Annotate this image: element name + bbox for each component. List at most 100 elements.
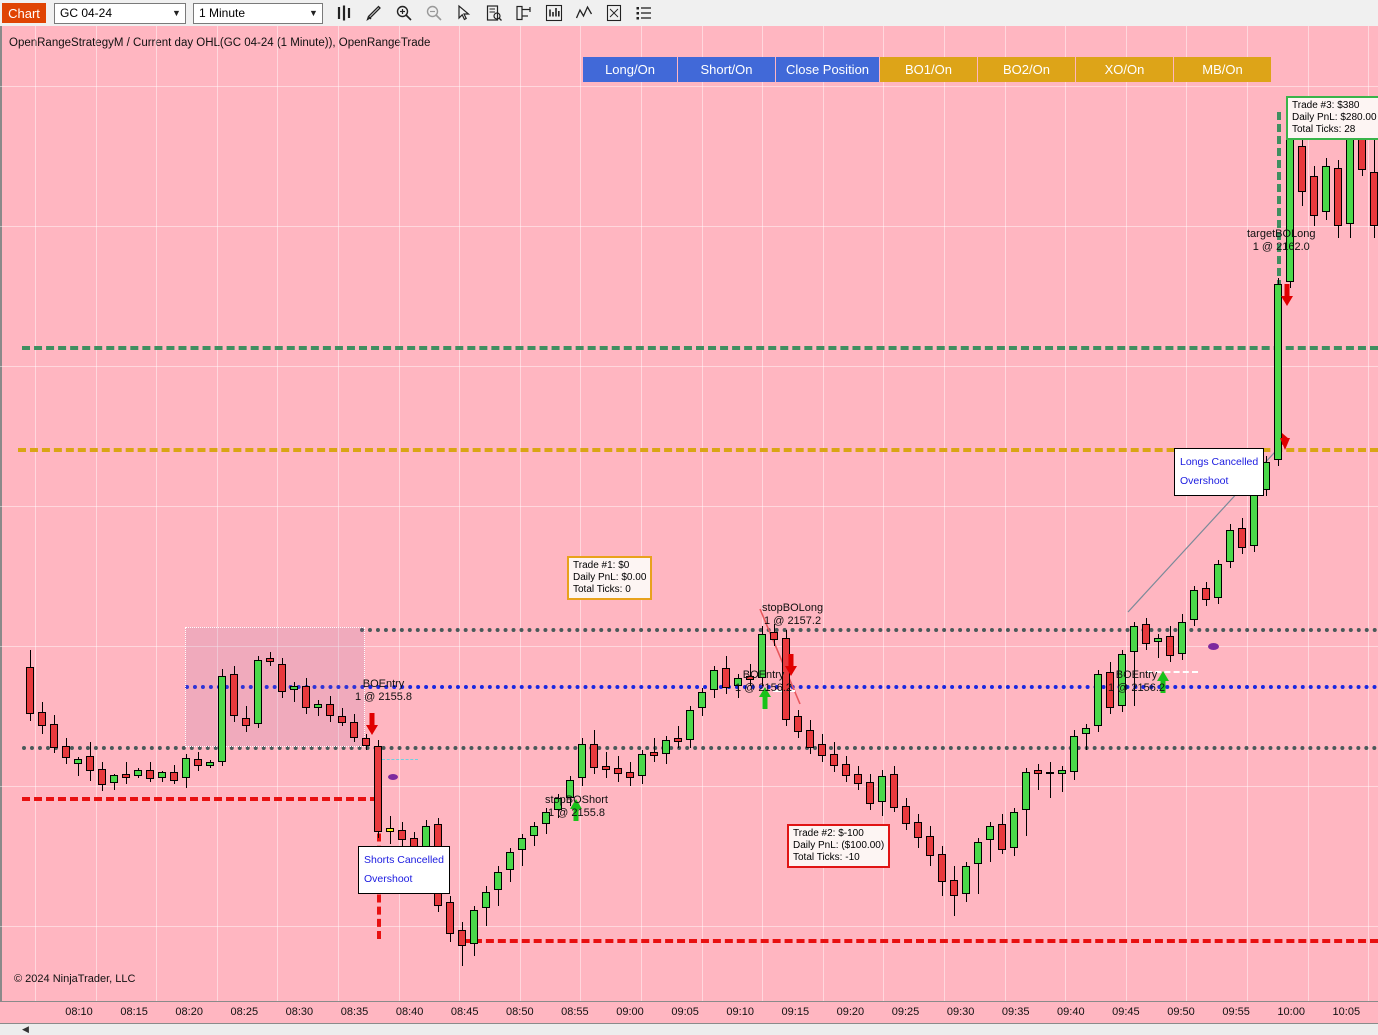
copyright-text: © 2024 NinjaTrader, LLC (14, 973, 136, 985)
strategy-button-long-on[interactable]: Long/On (583, 57, 678, 82)
note-shorts-cancelled: Shorts Cancelled Overshoot (358, 846, 450, 894)
time-axis-tick: 09:30 (946, 1006, 975, 1018)
trade-summary-trade-2: Trade #2: $-100 Daily PnL: ($100.00) Total… (787, 824, 891, 868)
time-axis-tick: 09:25 (891, 1006, 920, 1018)
order-label-name: stopBOShort (545, 794, 608, 806)
time-axis-tick: 09:50 (1167, 1006, 1195, 1018)
strategy-button-label: XO/On (1104, 62, 1145, 77)
time-axis-tick: 10:00 (1277, 1006, 1305, 1018)
application-toolbar: Chart GC 04-24 ▼ 1 Minute ▼ (0, 0, 1378, 27)
strategies-icon[interactable] (575, 4, 593, 22)
trade-summary-line: Daily PnL: ($100.00) (793, 840, 885, 851)
drawing-tools-icon[interactable] (365, 4, 383, 22)
strategy-button-bar: Long/On Short/On Close Position BO1/On BO2/O… (583, 57, 1272, 82)
time-axis-tick: 08:50 (506, 1006, 534, 1018)
interval-selector-value: 1 Minute (199, 6, 246, 20)
strategy-button-bo1-on[interactable]: BO1/On (880, 57, 978, 82)
instrument-selector[interactable]: GC 04-24 ▼ (54, 2, 186, 24)
trade-summary-line: Daily PnL: $280.00 (1292, 112, 1377, 123)
order-label-name: BOEntry (1115, 669, 1158, 681)
time-axis-tick: 08:55 (561, 1006, 589, 1018)
note-longs-cancelled: Longs Cancelled Overshoot (1174, 448, 1265, 496)
time-axis-tick: 09:00 (616, 1006, 644, 1018)
time-axis-tick: 08:45 (450, 1006, 479, 1018)
strategy-button-label: Short/On (700, 62, 753, 77)
trade-summary-line: Total Ticks: -10 (793, 852, 860, 863)
trade-summary-line: Trade #3: $380 (1292, 100, 1360, 111)
toolbar-icon-group (335, 4, 653, 22)
strategy-button-short-on[interactable]: Short/On (678, 57, 776, 82)
strategy-button-label: Close Position (785, 62, 870, 77)
strategy-button-label: MB/On (1202, 62, 1243, 77)
note-subtitle: Overshoot (364, 873, 413, 885)
trade-summary-line: Total Ticks: 0 (573, 584, 631, 595)
time-axis-tick: 08:30 (285, 1006, 314, 1018)
order-label-target-bo-long: targetBOLong 1 @ 2162.0 (1247, 228, 1316, 254)
order-label-stop-bo-long: stopBOLong 1 @ 2157.2 (762, 602, 823, 628)
time-axis-tick: 08:25 (230, 1006, 259, 1018)
position-marker (1208, 643, 1219, 650)
execution-arrow-layer (366, 284, 1293, 821)
time-axis[interactable]: 08:10 08:15 08:20 08:25 08:30 08:35 08:40 08:45… (0, 1001, 1378, 1024)
time-axis-tick: 09:35 (1001, 1006, 1030, 1018)
note-title: Shorts Cancelled (364, 854, 444, 866)
time-axis-tick: 08:35 (340, 1006, 369, 1018)
time-axis-tick: 09:40 (1057, 1006, 1085, 1018)
time-axis-tick: 10:05 (1332, 1006, 1361, 1018)
trade-summary-line: Trade #2: $-100 (793, 828, 864, 839)
chart-trader-icon[interactable] (515, 4, 533, 22)
time-axis-tick: 08:15 (120, 1006, 148, 1018)
zoom-in-icon[interactable] (395, 4, 413, 22)
note-title: Longs Cancelled (1180, 456, 1259, 468)
order-label-bo-entry-2: BOEntry 1 @ 2156.2 (735, 669, 792, 695)
chart-tab[interactable]: Chart (2, 3, 46, 23)
time-axis-tick: 09:45 (1112, 1006, 1140, 1018)
properties-icon[interactable] (605, 4, 623, 22)
interval-selector[interactable]: 1 Minute ▼ (193, 2, 323, 24)
position-marker (388, 774, 398, 780)
order-label-name: targetBOLong (1247, 228, 1316, 240)
time-axis-tick: 09:20 (836, 1006, 865, 1018)
zoom-out-icon[interactable] (425, 4, 443, 22)
strategy-button-bo2-on[interactable]: BO2/On (978, 57, 1076, 82)
time-axis-tick: 09:10 (726, 1006, 754, 1018)
trade-summary-line: Total Ticks: 28 (1292, 124, 1356, 135)
chevron-down-icon[interactable]: ▼ (168, 4, 185, 23)
order-label-price: 1 @ 2162.0 (1252, 241, 1310, 253)
strategy-button-label: Long/On (605, 62, 655, 77)
bar-type-icon[interactable] (335, 4, 353, 22)
chevron-down-icon[interactable]: ▼ (305, 4, 322, 23)
strategy-button-label: BO2/On (1003, 62, 1050, 77)
strategy-button-xo-on[interactable]: XO/On (1076, 57, 1174, 82)
chart-canvas[interactable]: OpenRangeStrategyM / Current day OHL(GC … (0, 26, 1378, 1001)
strategy-button-mb-on[interactable]: MB/On (1174, 57, 1272, 82)
trade-summary-line: Daily PnL: $0.00 (573, 572, 647, 583)
order-label-price: 1 @ 2157.2 (764, 615, 822, 627)
time-axis-tick: 09:15 (781, 1006, 810, 1018)
time-axis-tick: 08:20 (175, 1006, 203, 1018)
order-label-name: BOEntry (362, 678, 405, 690)
order-label-price: 1 @ 2155.8 (355, 691, 413, 703)
note-subtitle: Overshoot (1180, 475, 1229, 487)
order-label-price: 1 @ 2156.2 (1108, 682, 1166, 694)
trade-summary-trade-3: Trade #3: $380 Daily PnL: $280.00 Total Ti… (1286, 96, 1378, 140)
time-axis-tick: 08:40 (395, 1006, 424, 1018)
time-axis-tick: 08:10 (65, 1006, 93, 1018)
trade-summary-line: Trade #1: $0 (573, 560, 630, 571)
indicators-icon[interactable] (545, 4, 563, 22)
trade-summary-trade-1: Trade #1: $0 Daily PnL: $0.00 Total Ticks:… (567, 556, 653, 600)
strategy-button-close-position[interactable]: Close Position (776, 57, 880, 82)
order-label-bo-entry-3: BOEntry 1 @ 2156.2 (1108, 669, 1165, 695)
status-bar-arrow-icon: ◀ (22, 1024, 29, 1034)
order-label-price: 1 @ 2155.8 (547, 807, 606, 819)
data-box-icon[interactable] (485, 4, 503, 22)
order-label-name: stopBOLong (762, 602, 824, 614)
time-axis-tick: 09:55 (1222, 1006, 1250, 1018)
cursor-icon[interactable] (455, 4, 473, 22)
status-bar (0, 1024, 1378, 1035)
order-label-name: BOEntry (742, 669, 785, 681)
order-label-price: 1 @ 2156.2 (735, 682, 793, 694)
chart-list-icon[interactable] (635, 4, 653, 22)
strategy-button-label: BO1/On (905, 62, 952, 77)
order-label-bo-entry-1: BOEntry 1 @ 2155.8 (355, 678, 412, 704)
